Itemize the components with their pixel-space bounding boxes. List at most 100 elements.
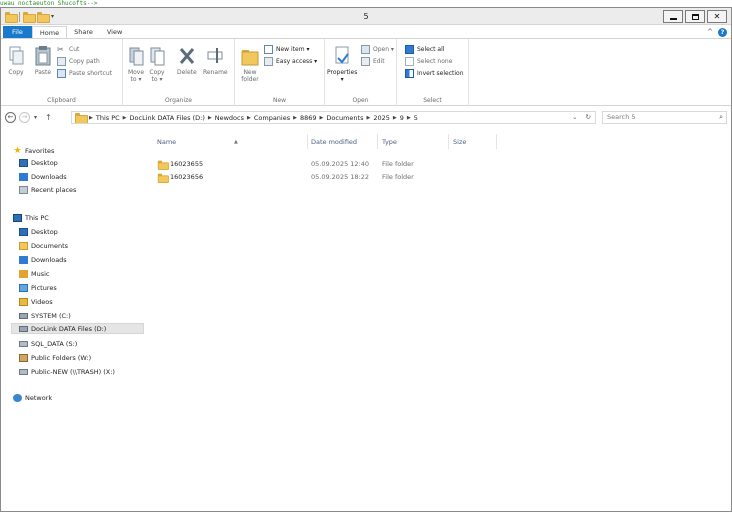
nav-music[interactable]: Music — [19, 268, 50, 279]
delete-button[interactable]: Delete — [177, 45, 197, 76]
select-none-icon — [405, 56, 414, 66]
file-date: 05.09.2025 12:40 — [311, 160, 370, 168]
breadcrumb-9[interactable]: 9 — [400, 114, 404, 122]
tab-view[interactable]: View — [100, 26, 129, 38]
search-placeholder: Search 5 — [607, 113, 636, 121]
downloads-icon — [19, 255, 28, 264]
qat-dropdown-icon[interactable]: ▾ — [51, 13, 54, 20]
rename-button[interactable]: Rename — [203, 45, 228, 76]
search-input[interactable]: Search 5 ⌕ — [602, 111, 727, 124]
nav-videos[interactable]: Videos — [19, 296, 53, 307]
rename-icon — [207, 48, 223, 63]
forward-button[interactable]: → — [19, 112, 30, 123]
move-to-button[interactable]: Move to ▾ — [127, 45, 145, 83]
tab-home[interactable]: Home — [31, 26, 68, 38]
nav-drive-x[interactable]: Public-NEW (\\TRASH) (X:) — [19, 366, 115, 377]
open-button[interactable]: Open ▾ — [361, 44, 394, 54]
nav-drive-w[interactable]: Public Folders (W:) — [19, 352, 91, 363]
downloads-icon — [19, 172, 28, 181]
forward-arrow-icon: → — [21, 113, 28, 121]
search-icon[interactable]: ⌕ — [719, 112, 723, 123]
refresh-icon[interactable]: ↻ — [586, 113, 591, 121]
maximize-button[interactable] — [685, 10, 705, 23]
nav-favorites-desktop[interactable]: Desktop — [19, 157, 58, 168]
breadcrumb-companies[interactable]: Companies — [254, 114, 290, 122]
edit-button[interactable]: Edit — [361, 56, 385, 66]
desktop-icon — [19, 158, 28, 167]
table-row[interactable]: 16023656 05.09.2025 18:22 File folder — [151, 171, 731, 184]
help-icon[interactable]: ? — [718, 27, 727, 37]
explorer-window: ▾ 5 ✕ File Home Share View ^ ? Copy Past… — [0, 7, 732, 512]
column-header-type[interactable]: Type — [382, 136, 450, 148]
select-none-button[interactable]: Select none — [405, 56, 452, 66]
nav-documents[interactable]: Documents — [19, 240, 68, 251]
folder-icon — [157, 160, 169, 171]
table-row[interactable]: 16023655 05.09.2025 12:40 File folder — [151, 158, 731, 171]
group-label-open: Open — [352, 97, 369, 104]
breadcrumb-documents[interactable]: Documents — [326, 114, 363, 122]
address-bar[interactable]: ▶ This PC ▶ DocLink DATA Files (D:) ▶ Ne… — [71, 111, 596, 124]
invert-selection-button[interactable]: Invert selection — [405, 68, 464, 78]
close-button[interactable]: ✕ — [707, 10, 727, 23]
nav-drive-d[interactable]: DocLink DATA Files (D:) — [11, 323, 144, 334]
file-type: File folder — [382, 173, 414, 181]
invert-selection-icon — [405, 68, 414, 78]
easy-access-button[interactable]: Easy access ▾ — [264, 56, 317, 66]
group-label-clipboard: Clipboard — [47, 97, 76, 104]
tab-file[interactable]: File — [3, 26, 32, 38]
music-icon — [19, 269, 28, 278]
new-item-button[interactable]: New item ▾ — [264, 44, 309, 54]
select-all-button[interactable]: Select all — [405, 44, 444, 54]
file-name: 16023656 — [170, 173, 204, 181]
breadcrumb-2025[interactable]: 2025 — [373, 114, 390, 122]
group-new: New folder New item ▾ Easy access ▾ New — [235, 39, 325, 106]
recent-places-icon — [19, 185, 28, 194]
chevron-down-icon: ▾ — [34, 114, 38, 121]
paste-button[interactable]: Paste — [34, 45, 52, 76]
copy-button[interactable]: Copy — [7, 45, 25, 76]
properties-qat-icon[interactable] — [23, 12, 36, 23]
network-drive-icon — [19, 368, 28, 375]
navigation-pane: ★ Favorites Desktop Downloads Recent pla… — [1, 130, 146, 510]
column-header-date-modified[interactable]: Date modified — [311, 136, 379, 148]
back-button[interactable]: ← — [5, 112, 16, 123]
address-history-icon[interactable]: ⌄ — [572, 113, 577, 121]
folder-icon — [157, 173, 169, 184]
system-drive-icon — [19, 312, 28, 319]
up-button[interactable]: ↑ — [45, 112, 52, 123]
properties-icon — [335, 46, 349, 64]
nav-favorites[interactable]: ★ Favorites — [13, 145, 54, 156]
breadcrumb-8869[interactable]: 8869 — [300, 114, 317, 122]
up-arrow-icon: ↑ — [45, 113, 52, 122]
collapse-ribbon-icon[interactable]: ^ — [707, 28, 713, 36]
tab-share[interactable]: Share — [67, 26, 100, 38]
breadcrumb-5[interactable]: 5 — [414, 114, 418, 122]
copy-to-button[interactable]: Copy to ▾ — [148, 45, 166, 83]
file-type: File folder — [382, 160, 414, 168]
paste-shortcut-button[interactable]: Paste shortcut — [57, 68, 112, 78]
nav-drive-s[interactable]: SQL_DATA (S:) — [19, 338, 77, 349]
nav-favorites-downloads[interactable]: Downloads — [19, 171, 67, 182]
column-header-name[interactable]: Name ▲ — [157, 136, 307, 148]
nav-favorites-recent[interactable]: Recent places — [19, 184, 76, 195]
properties-button[interactable]: Properties ▾ — [327, 45, 357, 83]
drive-icon — [19, 340, 28, 347]
breadcrumb-this-pc[interactable]: This PC — [96, 114, 120, 122]
nav-pictures[interactable]: Pictures — [19, 282, 57, 293]
recent-locations-button[interactable]: ▾ — [34, 112, 37, 123]
nav-downloads[interactable]: Downloads — [19, 254, 67, 265]
minimize-button[interactable] — [663, 10, 683, 23]
nav-this-pc[interactable]: This PC — [13, 212, 49, 223]
nav-network[interactable]: Network — [13, 392, 52, 403]
nav-desktop[interactable]: Desktop — [19, 226, 58, 237]
breadcrumb-drive-d[interactable]: DocLink DATA Files (D:) — [130, 114, 205, 122]
nav-drive-c[interactable]: SYSTEM (C:) — [19, 310, 71, 321]
move-to-icon — [129, 47, 144, 66]
group-label-new: New — [272, 97, 287, 104]
breadcrumb-newdocs[interactable]: Newdocs — [215, 114, 244, 122]
column-header-size[interactable]: Size — [453, 136, 497, 148]
new-folder-button[interactable]: New folder — [241, 45, 259, 83]
cut-button[interactable]: ✂ Cut — [57, 44, 79, 54]
copy-path-button[interactable]: Copy path — [57, 56, 100, 66]
new-folder-qat-icon[interactable] — [37, 12, 50, 23]
